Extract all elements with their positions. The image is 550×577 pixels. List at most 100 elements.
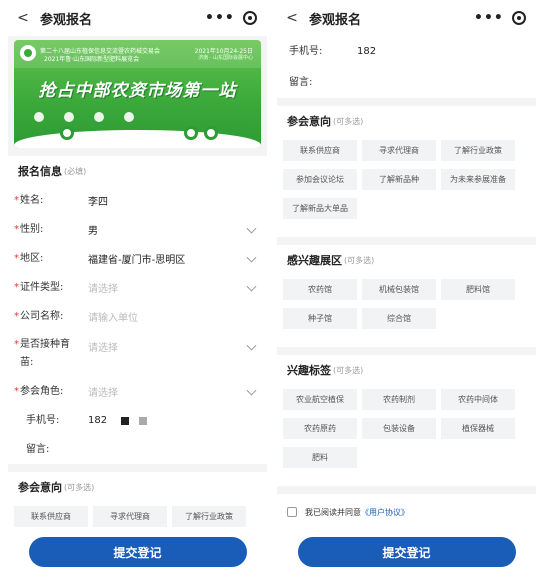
agreement-row[interactable]: 我已阅读并同意 《用户协议》 <box>277 494 536 530</box>
tag-option[interactable]: 农药中间体 <box>441 389 515 410</box>
banner-dot-icon <box>94 112 104 122</box>
redacted-block <box>121 416 130 425</box>
chevron-down-icon[interactable] <box>246 385 257 396</box>
tag-option[interactable]: 机械包装馆 <box>362 279 436 300</box>
name-field[interactable]: * 姓名: 李四 <box>8 186 267 215</box>
multi-select-hint: (可多选) <box>333 365 364 375</box>
vaccination-placeholder[interactable]: 请选择 <box>88 339 118 354</box>
chevron-down-icon[interactable] <box>246 340 257 351</box>
tag-option[interactable]: 联系供应商 <box>283 140 357 161</box>
back-icon[interactable]: < <box>12 10 34 26</box>
required-hint: (必填) <box>64 166 87 176</box>
id-type-select[interactable]: * 证件类型: 请选择 <box>8 273 267 302</box>
vaccination-select[interactable]: * 是否接种育苗: 请选择 <box>8 331 267 377</box>
tag-option[interactable]: 综合馆 <box>362 308 436 329</box>
region-value[interactable]: 福建省-厦门市-思明区 <box>88 251 185 266</box>
tag-option[interactable]: 包装设备 <box>362 418 436 439</box>
field-label: 证件类型: <box>20 281 64 293</box>
field-label: 是否接种育苗: <box>20 339 70 368</box>
field-label: 地区: <box>20 252 44 264</box>
tag-option[interactable]: 了解行业政策 <box>441 140 515 161</box>
intent-title-text: 参会意向 <box>287 115 331 128</box>
agreement-checkbox[interactable] <box>287 507 297 517</box>
tag-option[interactable]: 种子馆 <box>283 308 357 329</box>
field-label: 留言: <box>26 443 50 455</box>
tag-option[interactable]: 农药馆 <box>283 279 357 300</box>
message-field[interactable]: 留言: <box>277 67 536 98</box>
tag-option[interactable]: 肥料 <box>283 447 357 468</box>
submit-button[interactable]: 提交登记 <box>28 537 247 567</box>
field-label: 留言: <box>289 76 313 88</box>
nav-bar: < 参观报名 ••• <box>8 0 267 36</box>
banner-dot-icon <box>34 112 44 122</box>
banner-dot-icon <box>124 112 134 122</box>
name-value[interactable]: 李四 <box>88 193 108 208</box>
banner-ground <box>14 130 261 148</box>
intent-section: 参会意向 (可多选) 联系供应商 寻求代理商 了解行业政策 参加会议论坛 了解新… <box>277 106 536 237</box>
tractor-wheel-icon <box>60 126 74 140</box>
interest-title-text: 兴趣标签 <box>287 364 331 377</box>
halls-title-text: 感兴趣展区 <box>287 254 342 267</box>
contact-fields: 手机号: 182 留言: <box>277 36 536 98</box>
event-logo-icon <box>20 45 36 61</box>
phone-field[interactable]: 手机号: 182 <box>8 406 267 435</box>
more-icon[interactable]: ••• <box>205 11 235 25</box>
chevron-down-icon[interactable] <box>246 223 257 234</box>
message-field[interactable]: 留言: <box>8 435 267 464</box>
back-icon[interactable]: < <box>281 10 303 26</box>
tag-option[interactable]: 参加会议论坛 <box>283 169 357 190</box>
company-input[interactable]: * 公司名称: 请输入单位 <box>8 302 267 331</box>
tag-option[interactable]: 农业航空植保 <box>283 389 357 410</box>
tag-option[interactable]: 农药原药 <box>283 418 357 439</box>
phone-field[interactable]: 手机号: 182 <box>277 36 536 67</box>
intent-title: 参会意向 (可多选) <box>8 472 267 502</box>
field-label: 性别: <box>20 223 44 235</box>
registration-title: 报名信息 (必填) <box>8 156 267 186</box>
halls-section: 感兴趣展区 (可多选) 农药馆 机械包装馆 肥料馆 种子馆 综合馆 <box>277 245 536 347</box>
phone-value[interactable]: 182 <box>88 415 107 426</box>
interest-section: 兴趣标签 (可多选) 农业航空植保 农药制剂 农药中间体 农药原药 包装设备 植… <box>277 355 536 486</box>
id-type-placeholder[interactable]: 请选择 <box>88 280 118 295</box>
intent-tags: 联系供应商 寻求代理商 了解行业政策 参加会议论坛 了解新品种 为未来参展准备 … <box>277 136 536 237</box>
wheel-icon <box>184 126 198 140</box>
chevron-down-icon[interactable] <box>246 281 257 292</box>
tag-option[interactable]: 肥料馆 <box>441 279 515 300</box>
tag-option[interactable]: 了解新品种 <box>362 169 436 190</box>
mini-program-capsule: ••• <box>201 8 261 28</box>
halls-title: 感兴趣展区 (可多选) <box>277 245 536 275</box>
gender-select[interactable]: * 性别: 男 <box>8 215 267 244</box>
close-target-icon[interactable] <box>243 11 257 25</box>
tag-option[interactable]: 为未来参展准备 <box>441 169 515 190</box>
phone-value[interactable]: 182 <box>357 46 376 57</box>
role-select[interactable]: * 参会角色: 请选择 <box>8 377 267 406</box>
company-placeholder[interactable]: 请输入单位 <box>88 309 138 324</box>
field-label: 手机号: <box>26 414 60 426</box>
multi-select-hint: (可多选) <box>333 116 364 126</box>
tag-option[interactable]: 联系供应商 <box>14 506 88 527</box>
banner-venue: 济南 · 山东国际会展中心 <box>198 55 253 61</box>
close-target-icon[interactable] <box>512 11 526 25</box>
tag-option[interactable]: 了解新品大单品 <box>283 198 357 219</box>
user-agreement-link[interactable]: 《用户协议》 <box>361 507 409 518</box>
banner-line2: 2021年鲁·山东国际新型肥料展览会 <box>44 56 140 63</box>
field-label: 公司名称: <box>20 310 64 322</box>
gender-value[interactable]: 男 <box>88 222 98 237</box>
more-icon[interactable]: ••• <box>474 11 504 25</box>
banner-dot-icon <box>64 112 74 122</box>
redacted-block <box>139 416 148 425</box>
tag-option[interactable]: 农药制剂 <box>362 389 436 410</box>
tag-option[interactable]: 寻求代理商 <box>93 506 167 527</box>
right-screen: < 参观报名 ••• 手机号: 182 留言: 参会意向 (可多选) 联系供应商… <box>277 0 536 577</box>
role-placeholder[interactable]: 请选择 <box>88 384 118 399</box>
interest-title: 兴趣标签 (可多选) <box>277 355 536 385</box>
chevron-down-icon[interactable] <box>246 252 257 263</box>
region-select[interactable]: * 地区: 福建省-厦门市-思明区 <box>8 244 267 273</box>
nav-bar: < 参观报名 ••• <box>277 0 536 36</box>
tag-option[interactable]: 植保器械 <box>441 418 515 439</box>
page-title: 参观报名 <box>309 12 362 28</box>
multi-select-hint: (可多选) <box>344 255 375 265</box>
tag-option[interactable]: 了解行业政策 <box>172 506 246 527</box>
submit-button[interactable]: 提交登记 <box>297 537 516 567</box>
submit-bar: 提交登记 <box>8 527 267 577</box>
tag-option[interactable]: 寻求代理商 <box>362 140 436 161</box>
